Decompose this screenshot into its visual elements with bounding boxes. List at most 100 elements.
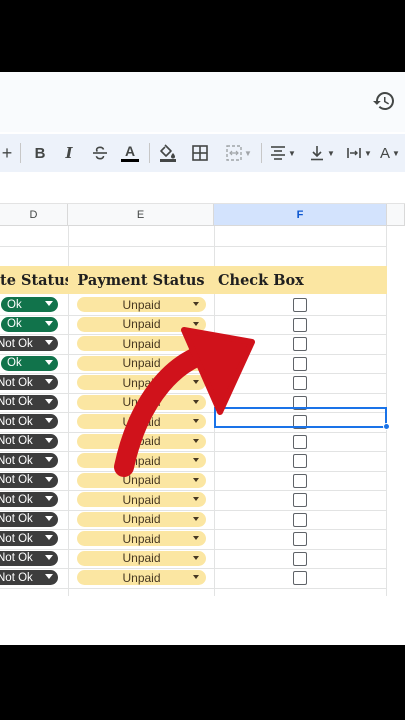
date-status-chip[interactable]: Ok: [1, 316, 58, 332]
checkbox[interactable]: [293, 551, 307, 566]
date-status-chip[interactable]: Not Ok: [0, 375, 58, 390]
checkbox[interactable]: [293, 512, 307, 527]
date-status-header[interactable]: te Status: [0, 266, 68, 294]
date-status-chip[interactable]: Not Ok: [0, 453, 58, 468]
fill-color-icon: [160, 144, 176, 162]
status-label: Ok: [7, 298, 22, 311]
checkbox[interactable]: [293, 356, 307, 371]
checkbox[interactable]: [293, 298, 307, 312]
checkbox[interactable]: [293, 434, 307, 449]
checkbox[interactable]: [293, 571, 307, 585]
table-row: Not Ok Unpaid: [0, 568, 387, 589]
payment-status-chip[interactable]: Unpaid: [77, 297, 206, 312]
fill-color-button[interactable]: [156, 140, 180, 166]
sheets-screen: + B I A ▼ ▼ ▼ ▼ A ▼ D E F te Status Paym…: [0, 72, 405, 645]
payment-status-chip[interactable]: Unpaid: [77, 511, 206, 527]
checkbox[interactable]: [293, 454, 307, 468]
payment-status-chip[interactable]: Unpaid: [77, 355, 206, 371]
checkbox[interactable]: [293, 532, 307, 546]
payment-status-chip[interactable]: Unpaid: [77, 492, 206, 507]
column-header-g[interactable]: [387, 204, 405, 226]
selected-cell-outline[interactable]: [214, 407, 387, 428]
payment-status-chip[interactable]: Unpaid: [77, 414, 206, 429]
grid-line: [0, 587, 387, 589]
status-label: Not Ok: [0, 454, 33, 467]
chevron-down-icon: [45, 418, 53, 423]
payment-status-chip[interactable]: Unpaid: [77, 453, 206, 468]
vertical-align-button[interactable]: ▼: [306, 140, 338, 166]
chevron-down-icon: [45, 359, 53, 365]
borders-button[interactable]: [189, 140, 211, 166]
chevron-down-icon: [45, 398, 53, 404]
checkbox[interactable]: [293, 473, 307, 488]
payment-status-chip[interactable]: Unpaid: [77, 394, 206, 410]
date-status-chip[interactable]: Not Ok: [0, 472, 58, 488]
column-header-e[interactable]: E: [68, 204, 214, 226]
payment-label: Unpaid: [122, 453, 161, 468]
title-bar: [0, 72, 405, 132]
date-status-chip[interactable]: Not Ok: [0, 492, 58, 507]
date-status-chip[interactable]: Ok: [1, 297, 58, 312]
formula-bar-area: [0, 172, 405, 204]
font-size-increase-button[interactable]: +: [0, 140, 14, 166]
checkbox[interactable]: [293, 376, 307, 390]
text-color-label: A: [124, 143, 136, 159]
payment-status-chip[interactable]: Unpaid: [77, 316, 206, 332]
check-box-header[interactable]: Check Box: [218, 266, 378, 294]
plus-label: +: [1, 142, 13, 163]
date-status-chip[interactable]: Not Ok: [0, 433, 58, 449]
column-letter: D: [29, 208, 38, 221]
date-status-chip[interactable]: Not Ok: [0, 414, 58, 429]
chevron-down-icon: [45, 574, 53, 579]
date-status-chip[interactable]: Not Ok: [0, 531, 58, 546]
payment-status-chip[interactable]: Unpaid: [77, 375, 206, 390]
payment-status-chip[interactable]: Unpaid: [77, 472, 206, 488]
chevron-down-icon: ▼: [364, 148, 372, 158]
chevron-down-icon: [45, 320, 53, 326]
checkbox[interactable]: [293, 337, 307, 351]
text-rotation-button[interactable]: A ▼: [380, 140, 405, 166]
chevron-down-icon: [193, 321, 199, 326]
payment-label: Unpaid: [122, 356, 161, 370]
fill-handle[interactable]: [383, 423, 390, 430]
checkbox[interactable]: [293, 493, 307, 507]
chevron-down-icon: [193, 341, 199, 345]
payment-label: Unpaid: [122, 336, 161, 351]
chevron-down-icon: ▼: [244, 148, 252, 158]
strikethrough-button[interactable]: [89, 140, 111, 166]
date-status-chip[interactable]: Ok: [1, 355, 58, 371]
toolbar-divider: [20, 143, 21, 163]
header-label: Check Box: [218, 271, 304, 289]
payment-status-chip[interactable]: Unpaid: [77, 531, 206, 546]
date-status-chip[interactable]: Not Ok: [0, 550, 58, 566]
table-row: Not Ok Unpaid: [0, 471, 387, 491]
horizontal-align-button[interactable]: ▼: [267, 140, 299, 166]
text-wrap-button[interactable]: ▼: [343, 140, 375, 166]
date-status-chip[interactable]: Not Ok: [0, 394, 58, 410]
column-header-d[interactable]: D: [0, 204, 68, 226]
bold-button[interactable]: B: [31, 140, 49, 166]
date-status-chip[interactable]: Not Ok: [0, 336, 58, 351]
payment-status-chip[interactable]: Unpaid: [77, 570, 206, 585]
chevron-down-icon: [45, 554, 53, 560]
payment-status-header[interactable]: Payment Status: [68, 266, 214, 294]
chevron-down-icon: [45, 535, 53, 540]
merge-cells-button[interactable]: ▼: [221, 140, 257, 166]
table-row: Not Ok Unpaid: [0, 529, 387, 550]
payment-status-chip[interactable]: Unpaid: [77, 336, 206, 351]
italic-button[interactable]: I: [60, 140, 78, 166]
column-header-f[interactable]: F: [214, 204, 387, 226]
payment-label: Unpaid: [122, 492, 161, 507]
chevron-down-icon: [193, 419, 199, 423]
payment-label: Unpaid: [122, 551, 161, 565]
payment-status-chip[interactable]: Unpaid: [77, 550, 206, 566]
payment-status-chip[interactable]: Unpaid: [77, 433, 206, 449]
formatting-toolbar: + B I A ▼ ▼ ▼ ▼ A ▼: [0, 134, 405, 172]
chevron-down-icon: ▼: [392, 148, 400, 158]
checkbox[interactable]: [293, 317, 307, 332]
date-status-chip[interactable]: Not Ok: [0, 570, 58, 585]
column-letter: E: [136, 208, 145, 221]
version-history-icon[interactable]: [372, 89, 396, 113]
date-status-chip[interactable]: Not Ok: [0, 511, 58, 527]
text-color-button[interactable]: A: [118, 140, 142, 166]
